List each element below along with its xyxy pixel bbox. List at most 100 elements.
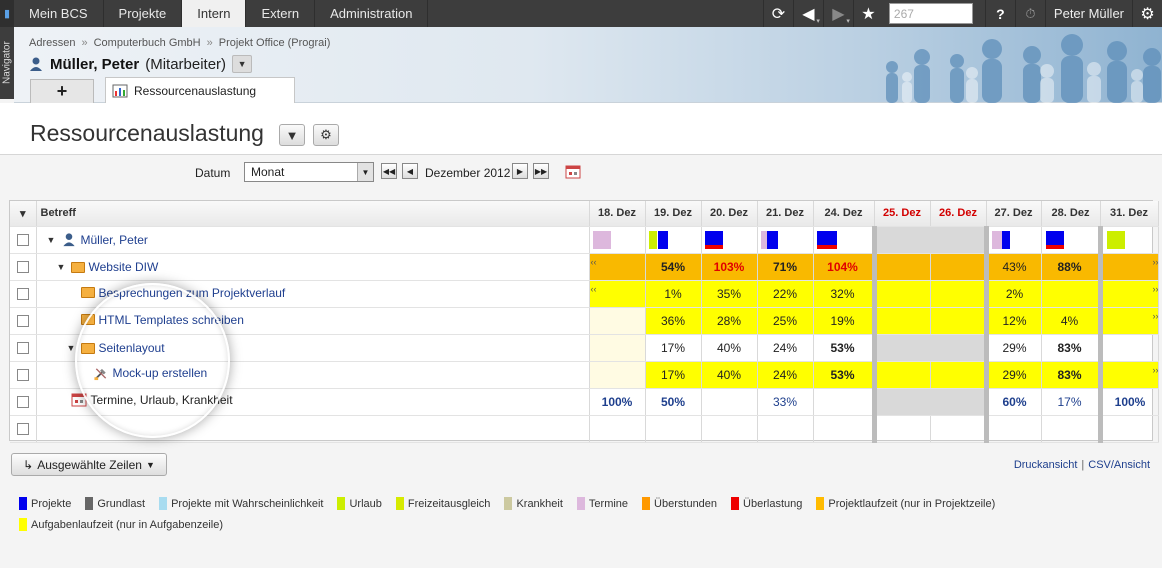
table-row[interactable]: ▼ Website DIW 54% 103% 71% 104% 43% 88%	[10, 253, 1159, 281]
user-name[interactable]: Peter Müller	[1044, 0, 1132, 27]
legend-label: Urlaub	[349, 497, 382, 510]
refresh-icon[interactable]: ⟳	[762, 0, 793, 27]
row-checkbox[interactable]	[16, 423, 29, 436]
table-row[interactable]: HTML Templates schreiben 36% 28% 25% 19%…	[10, 307, 1159, 335]
legend-swatch	[816, 497, 825, 510]
csv-view-link[interactable]: CSV/Ansicht	[1088, 459, 1150, 471]
search-input[interactable]	[888, 3, 973, 24]
forward-icon[interactable]: ▶ ▾	[822, 0, 853, 27]
row-checkbox[interactable]	[16, 261, 29, 274]
nav-tab-mein-bcs[interactable]: Mein BCS	[14, 0, 104, 27]
breadcrumb: Adressen » Computerbuch GmbH » Projekt O…	[29, 37, 330, 49]
settings-gear-icon[interactable]: ⚙	[313, 124, 339, 146]
nav-tab-extern[interactable]: Extern	[246, 0, 316, 27]
table-row[interactable]: ▼ Müller, Peter	[10, 226, 1159, 254]
chevron-down-icon[interactable]: ▼	[357, 163, 373, 181]
row-checkbox[interactable]	[16, 342, 29, 355]
row-name[interactable]: HTML Templates schreiben	[99, 313, 244, 327]
row-name[interactable]: Termine, Urlaub, Krankheit	[91, 393, 233, 407]
breadcrumb-item-project[interactable]: Projekt Office (Prograi)	[219, 37, 331, 49]
row-name[interactable]: Müller, Peter	[81, 233, 148, 247]
value-cell	[589, 307, 646, 335]
app-logo-icon[interactable]: ▮	[0, 0, 14, 27]
tab-ressourcenauslastung[interactable]: Ressourcenauslastung	[105, 77, 295, 104]
value-cell	[1100, 280, 1159, 308]
person-menu-chevron-down-icon[interactable]: ▼	[232, 55, 253, 73]
header-decoration-image	[832, 27, 1162, 103]
value-cell: 104%	[813, 253, 877, 281]
nav-tab-administration[interactable]: Administration	[315, 0, 429, 27]
legend-item: Krankheit	[504, 497, 563, 510]
breadcrumb-item-company[interactable]: Computerbuch GmbH	[94, 37, 201, 49]
collapse-triangle-icon[interactable]: ▼	[67, 343, 77, 353]
back-icon[interactable]: ◀ ▾	[792, 0, 823, 27]
value-cell: 53%	[813, 361, 877, 389]
nav-tab-projekte[interactable]: Projekte	[104, 0, 183, 27]
legend-item: Aufgabenlaufzeit (nur in Aufgabenzeile)	[19, 518, 223, 531]
value-cell	[930, 334, 989, 362]
title-menu-chevron-down-icon[interactable]: ▼	[279, 124, 305, 146]
row-name[interactable]: Website DIW	[89, 260, 159, 274]
row-checkbox[interactable]	[16, 369, 29, 382]
person-role: (Mitarbeiter)	[145, 55, 227, 73]
legend-item: Termine	[576, 497, 628, 510]
page-title: Ressourcenauslastung	[30, 120, 264, 146]
column-header-betreff[interactable]: Betreff	[36, 201, 590, 227]
value-cell: 25%	[757, 307, 814, 335]
collapse-triangle-icon[interactable]: ▼	[47, 235, 57, 245]
legend: Projekte Grundlast Projekte mit Wahrsche…	[19, 497, 1149, 531]
value-cell: 60%	[986, 388, 1042, 416]
header-band: Adressen » Computerbuch GmbH » Projekt O…	[14, 27, 1162, 104]
next-period-icon[interactable]: ▶	[512, 163, 528, 179]
selected-rows-button[interactable]: ↳ Ausgewählte Zeilen ▼	[11, 453, 167, 476]
gear-icon[interactable]: ⚙	[1132, 0, 1162, 27]
calendar-settings-icon[interactable]	[565, 165, 581, 179]
last-period-icon[interactable]: ▶▶	[533, 163, 549, 179]
person-header: Müller, Peter (Mitarbeiter) ▼	[28, 55, 253, 73]
period-select[interactable]: Monat ▼	[244, 162, 374, 182]
chevron-down-icon: ▼	[145, 459, 155, 470]
value-cell	[874, 361, 931, 389]
navigator-toggle[interactable]: Navigator	[0, 27, 14, 99]
legend-swatch	[19, 497, 27, 510]
legend-item: Freizeitausgleich	[395, 497, 490, 510]
first-period-icon[interactable]: ◀◀	[381, 163, 397, 179]
row-name[interactable]: Besprechungen zum Projektverlauf	[99, 286, 286, 300]
collapse-triangle-icon[interactable]: ▼	[57, 262, 67, 272]
table-row[interactable]: Mock-up erstellen 17% 40% 24% 53% 29% 83…	[10, 361, 1159, 389]
breadcrumb-item-adressen[interactable]: Adressen	[29, 37, 75, 49]
value-cell: 40%	[701, 334, 758, 362]
selected-rows-label: Ausgewählte Zeilen	[37, 457, 142, 472]
legend-swatch	[504, 497, 513, 510]
value-cell	[874, 307, 931, 335]
star-icon[interactable]: ★	[852, 0, 883, 27]
row-checkbox[interactable]	[16, 234, 29, 247]
timer-icon[interactable]: ⏱	[1014, 0, 1045, 27]
help-button[interactable]: ?	[984, 0, 1015, 27]
nav-tab-intern[interactable]: Intern	[182, 0, 247, 27]
table-row-empty	[10, 415, 1159, 443]
column-header-day: 20. Dez	[701, 201, 758, 227]
value-cell	[930, 361, 989, 389]
value-cell: 54%	[645, 253, 702, 281]
value-cell: 40%	[701, 361, 758, 389]
table-row[interactable]: Besprechungen zum Projektverlauf 1% 35% …	[10, 280, 1159, 308]
value-cell: 36%	[645, 307, 702, 335]
table-row[interactable]: ▼ Seitenlayout 17% 40% 24% 53% 29% 83%	[10, 334, 1159, 362]
row-checkbox[interactable]	[16, 288, 29, 301]
person-icon	[62, 233, 75, 247]
value-cell: 17%	[1041, 388, 1103, 416]
row-name[interactable]: Seitenlayout	[99, 341, 165, 355]
column-chooser-icon[interactable]: ▾	[10, 201, 37, 227]
value-cell: 83%	[1041, 334, 1103, 362]
add-tab-button[interactable]: +	[30, 79, 94, 103]
print-view-link[interactable]: Druckansicht	[1014, 459, 1078, 471]
row-checkbox[interactable]	[16, 315, 29, 328]
table-row[interactable]: Termine, Urlaub, Krankheit 100% 50% 33% …	[10, 388, 1159, 416]
previous-period-icon[interactable]: ◀	[402, 163, 418, 179]
row-name[interactable]: Mock-up erstellen	[113, 366, 208, 380]
value-cell: 22%	[757, 280, 814, 308]
current-period: Dezember 2012	[425, 166, 511, 180]
urlaub-bar	[648, 230, 657, 249]
row-checkbox[interactable]	[16, 396, 29, 409]
